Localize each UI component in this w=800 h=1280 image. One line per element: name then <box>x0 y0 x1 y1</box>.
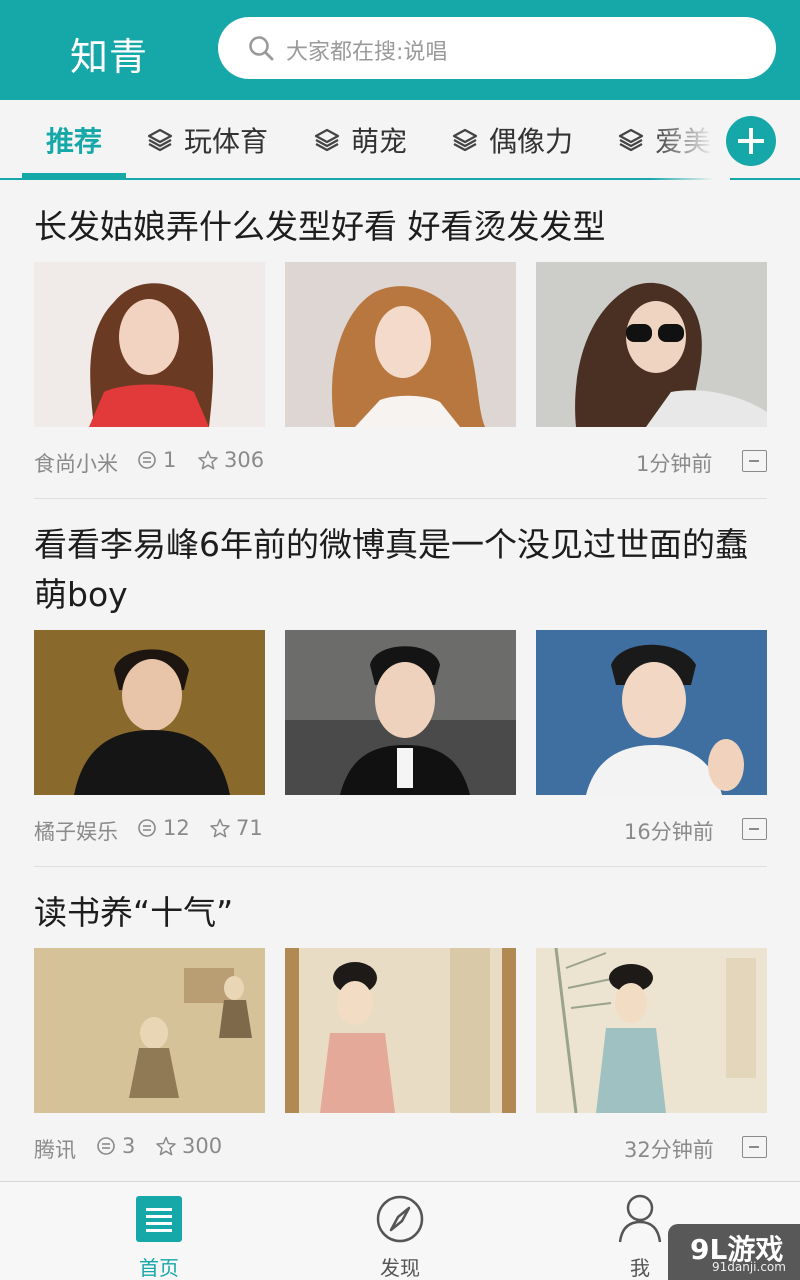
time-label: 32分钟前 <box>624 1138 714 1162</box>
post-time: 32分钟前 <box>624 1134 714 1164</box>
top-bar: 知青 大家都在搜:说唱 <box>0 0 800 100</box>
search-placeholder: 大家都在搜:说唱 <box>286 40 448 65</box>
post-meta: 橘子娱乐 12 71 16分钟前 <box>34 816 767 846</box>
comment-icon <box>97 1137 115 1155</box>
post-image <box>34 948 265 1113</box>
star-count-value: 306 <box>224 448 265 472</box>
post-title: 读书养“十气” <box>34 893 234 932</box>
post-image <box>536 630 767 795</box>
site-watermark: 9L游戏 91danji.com <box>668 1224 800 1280</box>
tab-sports[interactable]: 玩体育 <box>146 100 268 180</box>
post-title: 看看李易峰6年前的微博真是一个没见过世面的蠢萌boy <box>34 525 748 614</box>
comment-icon <box>138 819 156 837</box>
comment-count[interactable]: 3 <box>96 1134 135 1158</box>
layers-icon <box>618 128 644 152</box>
nav-label: 发现 <box>380 1256 420 1280</box>
post-image <box>285 948 516 1113</box>
post-time: 16分钟前 <box>624 816 714 846</box>
post-image <box>34 630 265 795</box>
layers-icon <box>147 128 173 152</box>
post-image <box>536 262 767 427</box>
comment-count[interactable]: 12 <box>137 816 190 840</box>
nav-label: 首页 <box>139 1256 179 1280</box>
star-count[interactable]: 71 <box>210 816 263 840</box>
nav-discover[interactable]: 发现 <box>340 1182 460 1280</box>
tab-pets[interactable]: 萌宠 <box>313 100 407 180</box>
post-image <box>34 262 265 427</box>
divider <box>34 498 767 499</box>
dismiss-icon[interactable] <box>742 1136 767 1158</box>
compass-icon <box>376 1195 424 1243</box>
post-meta: 腾讯 3 300 32分钟前 <box>34 1134 767 1164</box>
post-meta: 食尚小米 1 306 1分钟前 <box>34 448 767 478</box>
add-category-button[interactable] <box>726 116 776 166</box>
divider <box>34 866 767 867</box>
tab-label: 偶像力 <box>489 125 574 158</box>
layers-icon <box>452 128 478 152</box>
comment-count-value: 3 <box>122 1134 136 1158</box>
dismiss-icon[interactable] <box>742 818 767 840</box>
user-icon <box>618 1194 662 1243</box>
comment-icon <box>138 451 156 469</box>
layers-icon <box>314 128 340 152</box>
tab-label: 推荐 <box>46 125 103 158</box>
star-count-value: 300 <box>182 1134 223 1158</box>
source-label: 腾讯 <box>34 1138 76 1162</box>
post-source[interactable]: 腾讯 <box>34 1134 76 1164</box>
comment-count-value: 12 <box>163 816 190 840</box>
post-source[interactable]: 橘子娱乐 <box>34 816 118 846</box>
star-icon <box>210 818 230 838</box>
post-source[interactable]: 食尚小米 <box>34 448 118 478</box>
time-label: 16分钟前 <box>624 820 714 844</box>
post-time: 1分钟前 <box>636 448 712 478</box>
tab-label: 萌宠 <box>351 125 408 158</box>
source-label: 食尚小米 <box>34 452 118 476</box>
active-tab-indicator <box>22 173 126 178</box>
app-title: 知青 <box>70 35 149 79</box>
tab-recommend[interactable]: 推荐 <box>46 100 102 180</box>
nav-home[interactable]: 首页 <box>99 1182 219 1280</box>
star-count-value: 71 <box>236 816 263 840</box>
tab-fade <box>650 100 730 180</box>
post-title: 长发姑娘弄什么发型好看 好看烫发发型 <box>34 207 606 246</box>
search-box[interactable]: 大家都在搜:说唱 <box>218 17 776 79</box>
comment-count[interactable]: 1 <box>137 448 176 472</box>
tab-idol[interactable]: 偶像力 <box>451 100 573 180</box>
star-count[interactable]: 300 <box>156 1134 222 1158</box>
watermark-sub: 91danji.com <box>712 1260 786 1274</box>
category-tab-bar: 推荐 玩体育 萌宠 偶像力 爱美 <box>0 100 800 180</box>
star-icon <box>156 1136 176 1156</box>
post-image <box>536 948 767 1113</box>
dismiss-icon[interactable] <box>742 450 767 472</box>
post-image <box>285 630 516 795</box>
tab-label: 玩体育 <box>184 125 269 158</box>
star-icon <box>198 450 218 470</box>
post-image <box>285 262 516 427</box>
search-icon <box>249 36 274 61</box>
source-label: 橘子娱乐 <box>34 820 118 844</box>
star-count[interactable]: 306 <box>198 448 264 472</box>
time-label: 1分钟前 <box>636 452 713 476</box>
comment-count-value: 1 <box>163 448 177 472</box>
home-feed-icon <box>136 1196 182 1242</box>
